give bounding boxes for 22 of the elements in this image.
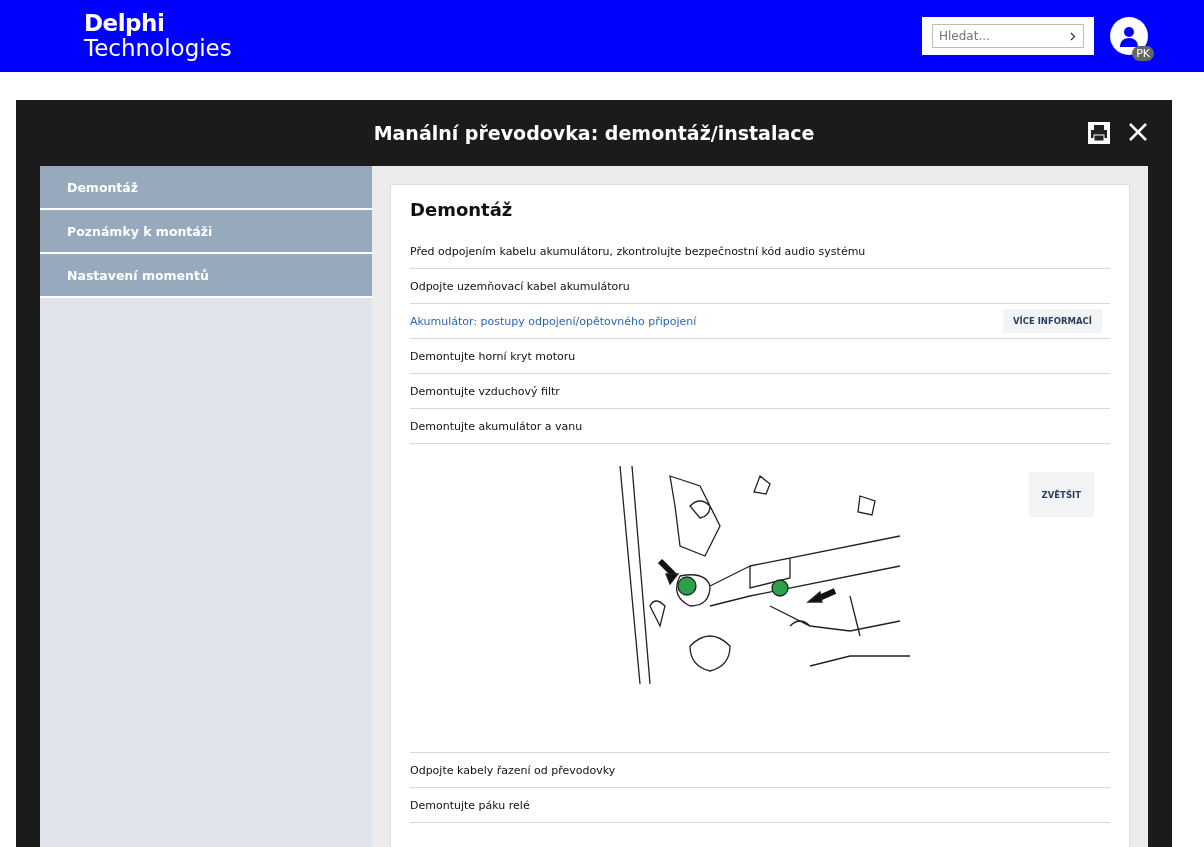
more-info-button[interactable]: VÍCE INFORMACÍ — [1002, 309, 1102, 333]
logo-text: Delphi — [84, 12, 166, 35]
zoom-button[interactable]: ZVĚTŠIT — [1028, 472, 1094, 517]
step-text: Demontujte horní kryt motoru — [410, 349, 576, 363]
step-text: Odpojte uzemňovací kabel akumulátoru — [410, 279, 630, 293]
section-heading: Demontáž — [410, 199, 514, 220]
search-field[interactable]: Hledat... — [932, 24, 1084, 48]
logo-text: Technologies — [84, 37, 232, 60]
print-icon[interactable] — [1088, 122, 1110, 144]
step-text: Demontujte vzduchový filtr — [410, 384, 560, 398]
dialog-title: Manální převodovka: demontáž/instalace — [372, 122, 816, 144]
user-avatar[interactable] — [1110, 17, 1148, 55]
user-initials-badge: PK — [1132, 46, 1154, 61]
step-text: Demontujte páku relé — [410, 798, 530, 812]
logo[interactable]: Delphi Technologies — [84, 12, 232, 60]
close-icon[interactable] — [1128, 122, 1148, 142]
step-text: Před odpojením kabelu akumulátoru, zkontrolujte bezpečnostní kód audio systému — [410, 244, 866, 258]
step-text: Demontujte akumulátor a vanu — [410, 419, 583, 433]
step-text: Odpojte kabely řazení od převodovky — [410, 763, 616, 777]
user-silhouette-icon — [1118, 25, 1140, 47]
step-link[interactable]: Akumulátor: postupy odpojení/opětovného připojení — [410, 314, 697, 328]
chevron-right-icon[interactable] — [1070, 32, 1076, 41]
